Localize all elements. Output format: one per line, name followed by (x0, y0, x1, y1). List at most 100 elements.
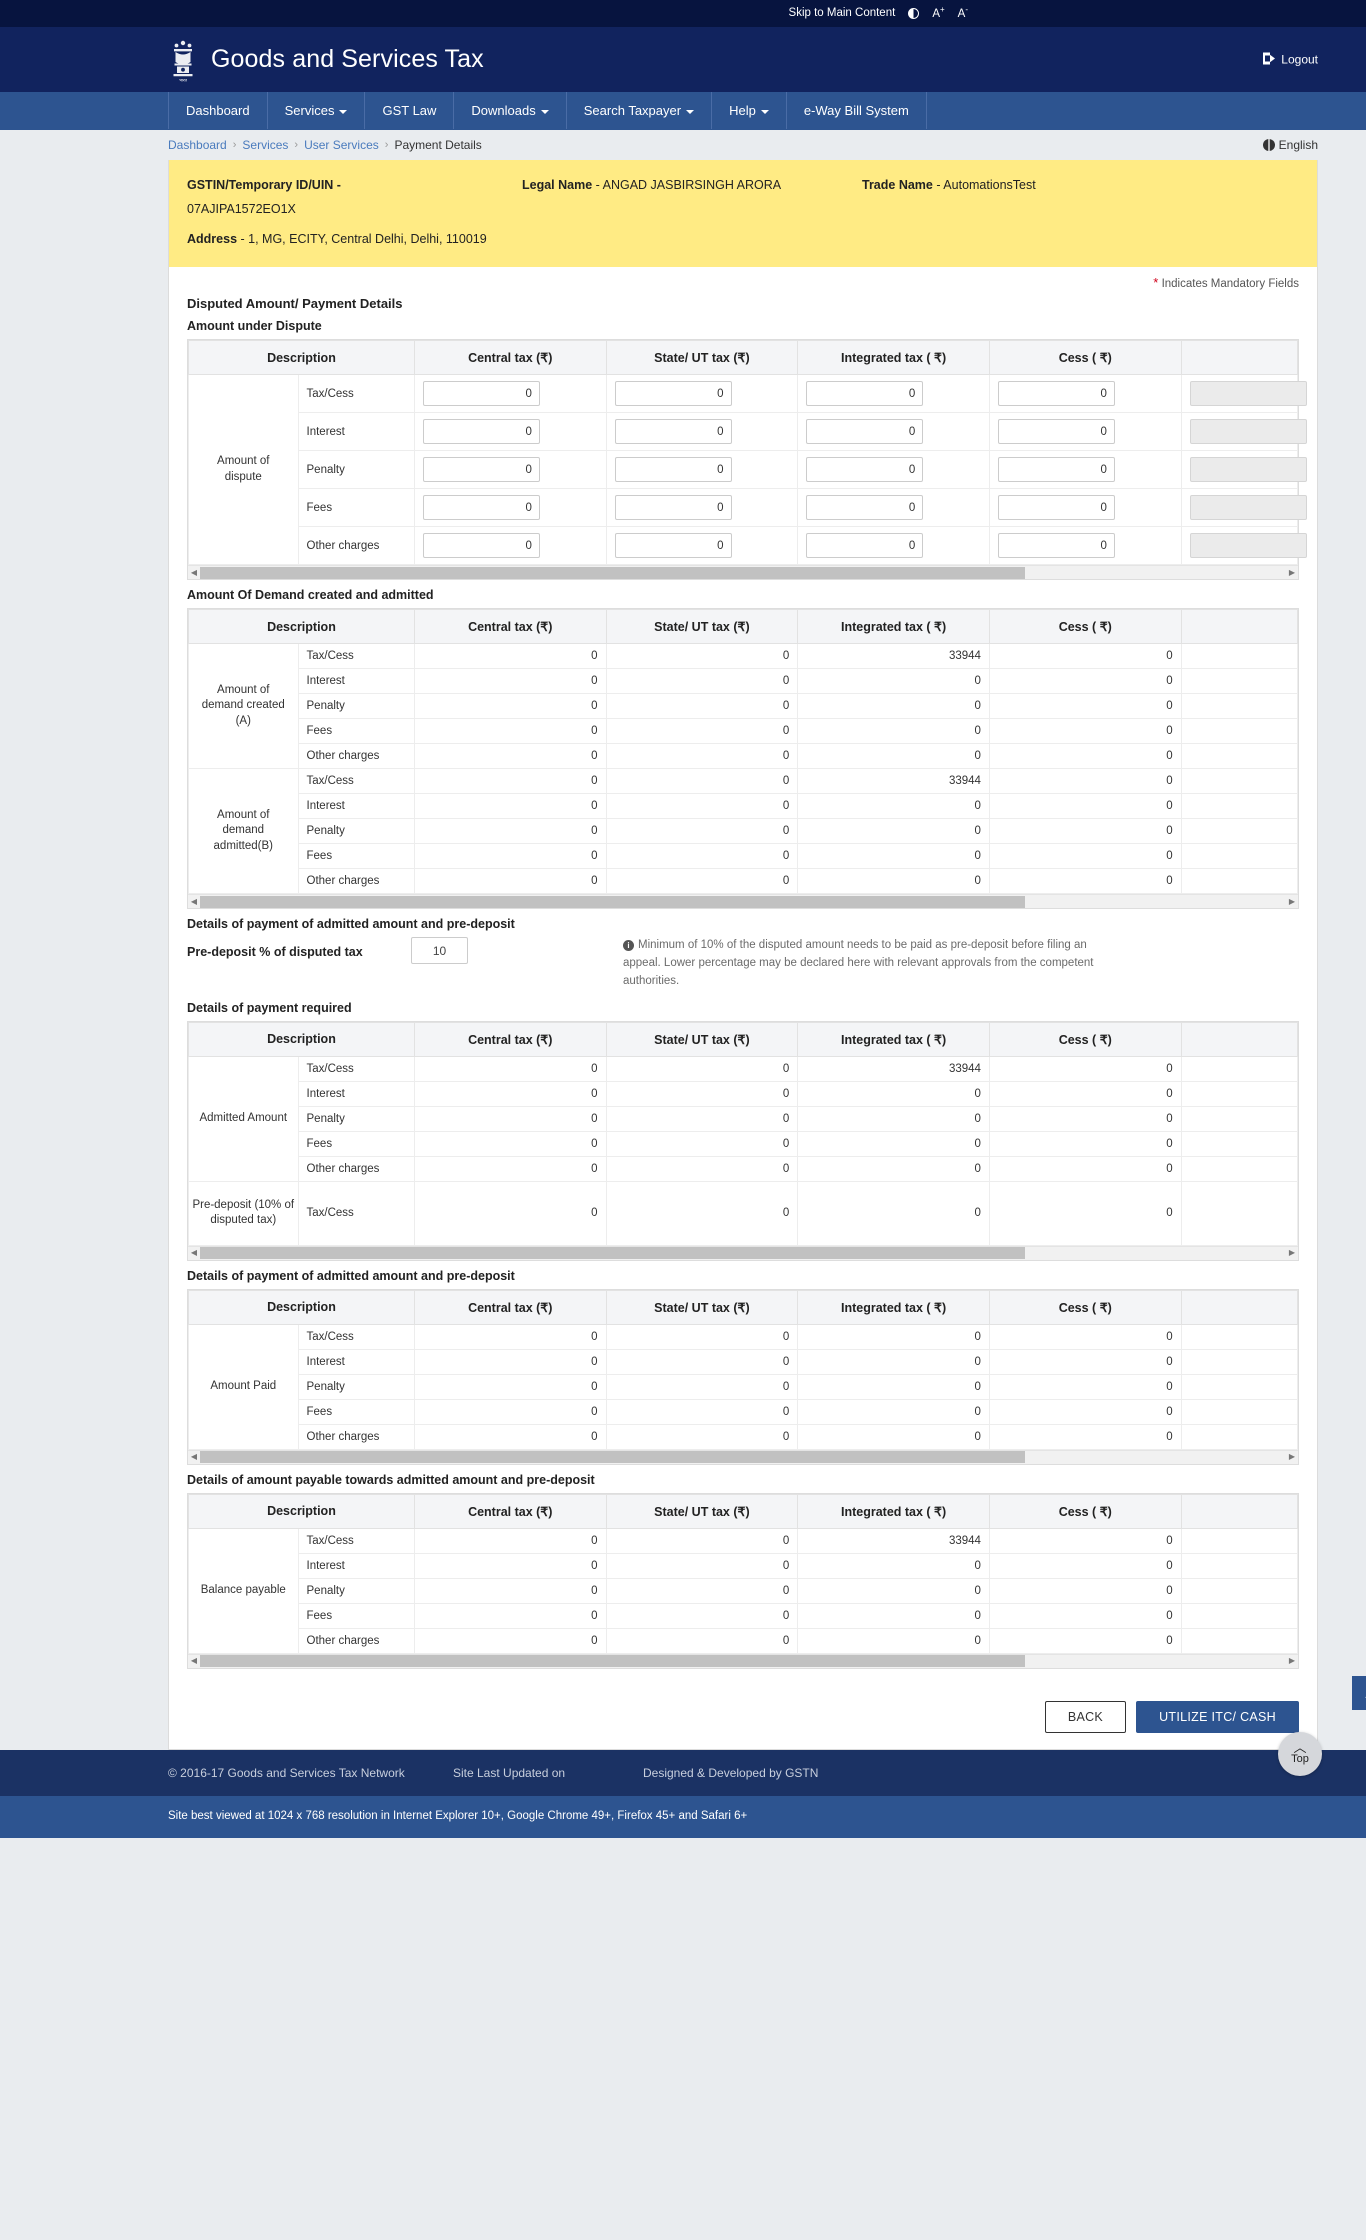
scroll-left-arrow-icon[interactable]: ◀ (188, 1453, 200, 1461)
scroll-to-top-button[interactable]: ︿ Top ︿ (1278, 1675, 1366, 1776)
cell-value: 0 (797, 718, 990, 745)
font-increase-sup: + (939, 5, 945, 15)
scroll-right-arrow-icon[interactable]: ▶ (1286, 1657, 1298, 1665)
table-row: Other charges 0 0 0 0 (189, 1423, 1299, 1450)
cell-value: 0 (605, 1080, 799, 1107)
col-cess: Cess ( ₹) (988, 1289, 1182, 1325)
nav-item-help[interactable]: Help (712, 92, 787, 129)
footer-secondary: Site best viewed at 1024 x 768 resolutio… (0, 1795, 1366, 1838)
dispute-other-state-input[interactable] (614, 533, 732, 559)
nav-item-dashboard[interactable]: Dashboard (168, 92, 268, 129)
row-label: Fees (297, 718, 415, 745)
site-title: Goods and Services Tax (211, 45, 484, 73)
skip-to-main-content-link[interactable]: Skip to Main Content (789, 7, 896, 20)
scroll-left-arrow-icon[interactable]: ◀ (188, 1249, 200, 1257)
dispute-fees-integrated-input[interactable] (806, 495, 924, 521)
table5-horizontal-scrollbar[interactable]: ◀ ▶ (188, 1653, 1298, 1668)
nav-item-search-taxpayer[interactable]: Search Taxpayer (567, 92, 713, 129)
table2-horizontal-scrollbar[interactable]: ◀ ▶ (188, 894, 1298, 909)
scroll-to-top-square-button[interactable]: ︿ (1352, 1675, 1366, 1710)
table-row: Penalty 0 0 0 0 (189, 1577, 1299, 1604)
scroll-track[interactable] (200, 566, 1286, 580)
nav-item-downloads[interactable]: Downloads (454, 92, 567, 129)
scroll-right-arrow-icon[interactable]: ▶ (1286, 1249, 1298, 1257)
cell-value: 0 (605, 1602, 799, 1629)
site-header: भारत Goods and Services Tax Logout (0, 27, 1366, 92)
table1-horizontal-scrollbar[interactable]: ◀ ▶ (188, 565, 1298, 580)
dispute-taxcess-cess-input[interactable] (997, 381, 1115, 407)
dispute-other-central-input[interactable] (422, 533, 540, 559)
dispute-interest-central-input[interactable] (422, 419, 540, 445)
cell-value: 0 (413, 843, 607, 870)
dispute-other-cess-input[interactable] (997, 533, 1115, 559)
back-button[interactable]: BACK (1044, 1700, 1127, 1733)
dispute-taxcess-integrated-input[interactable] (806, 381, 924, 407)
cell-value: 0 (988, 868, 1182, 895)
dispute-other-integrated-input[interactable] (806, 533, 924, 559)
col-description: Description (188, 340, 415, 376)
scroll-right-arrow-icon[interactable]: ▶ (1286, 1453, 1298, 1461)
dispute-interest-integrated-input[interactable] (806, 419, 924, 445)
cell-value: 0 (797, 1627, 990, 1654)
language-selector[interactable]: English (1262, 138, 1318, 152)
scroll-track[interactable] (200, 1654, 1286, 1668)
dispute-interest-state-input[interactable] (614, 419, 732, 445)
dispute-penalty-cess-input[interactable] (997, 457, 1115, 483)
logout-button[interactable]: Logout (1263, 52, 1318, 67)
scroll-thumb[interactable] (200, 1655, 1026, 1668)
cell-value: 0 (605, 643, 799, 670)
breadcrumb-item-services[interactable]: Services (242, 138, 288, 152)
cell-value: 0 (797, 743, 990, 770)
scroll-thumb[interactable] (200, 1451, 1026, 1464)
breadcrumb-item-dashboard[interactable]: Dashboard (168, 138, 227, 152)
table2-body: Amount of demand created (A) Tax/Cess 0 … (188, 643, 1299, 895)
svg-text:भारत: भारत (179, 77, 187, 82)
cell-value: 0 (605, 868, 799, 895)
cell-value: 0 (988, 818, 1182, 845)
scroll-left-arrow-icon[interactable]: ◀ (188, 568, 200, 577)
dispute-penalty-state-input[interactable] (614, 457, 732, 483)
dispute-fees-cess-input[interactable] (997, 495, 1115, 521)
nav-item-services[interactable]: Services (268, 92, 366, 129)
scroll-track[interactable] (200, 1246, 1286, 1260)
cell-total (1180, 1552, 1299, 1579)
trade-name-label: Trade Name (862, 178, 933, 192)
cell-value: 0 (988, 1130, 1182, 1157)
scroll-thumb[interactable] (200, 566, 1026, 579)
font-decrease-button[interactable]: A- (958, 6, 968, 20)
table4-horizontal-scrollbar[interactable]: ◀ ▶ (188, 1449, 1298, 1464)
contrast-toggle-icon[interactable] (908, 8, 920, 19)
dispute-interest-cess-input[interactable] (997, 419, 1115, 445)
breadcrumb-item-payment-details: Payment Details (394, 138, 482, 152)
predeposit-percent-input[interactable] (411, 937, 468, 965)
scroll-track[interactable] (200, 1450, 1286, 1464)
cell-value: 0 (413, 1130, 607, 1157)
scroll-right-arrow-icon[interactable]: ▶ (1286, 897, 1298, 906)
logout-icon (1263, 52, 1276, 67)
breadcrumb-item-user-services[interactable]: User Services (304, 138, 379, 152)
table3-horizontal-scrollbar[interactable]: ◀ ▶ (188, 1245, 1298, 1260)
cell-value: 0 (605, 1180, 799, 1246)
scroll-left-arrow-icon[interactable]: ◀ (188, 897, 200, 906)
dispute-taxcess-central-input[interactable] (422, 381, 540, 407)
dispute-penalty-central-input[interactable] (422, 457, 540, 483)
nav-label: GST Law (382, 103, 437, 118)
font-increase-button[interactable]: A+ (932, 6, 944, 20)
scroll-right-arrow-icon[interactable]: ▶ (1286, 568, 1298, 577)
nav-item-eway-bill-system[interactable]: e-Way Bill System (787, 92, 927, 129)
dispute-penalty-integrated-input[interactable] (806, 457, 924, 483)
cell-value: 0 (797, 1155, 990, 1182)
scroll-left-arrow-icon[interactable]: ◀ (188, 1657, 200, 1665)
scroll-thumb[interactable] (200, 1247, 1026, 1260)
dispute-fees-state-input[interactable] (614, 495, 732, 521)
cell-value: 0 (413, 1105, 607, 1132)
scroll-thumb[interactable] (200, 895, 1026, 908)
nav-item-gst-law[interactable]: GST Law (365, 92, 455, 129)
dispute-fees-central-input[interactable] (422, 495, 540, 521)
cell-value: 0 (988, 1398, 1182, 1425)
scroll-track[interactable] (200, 895, 1286, 909)
dispute-taxcess-state-input[interactable] (614, 381, 732, 407)
utilize-itc-cash-button[interactable]: UTILIZE ITC/ CASH (1136, 1700, 1299, 1733)
india-emblem-icon: भारत (168, 37, 198, 83)
chevron-down-icon (540, 109, 549, 114)
